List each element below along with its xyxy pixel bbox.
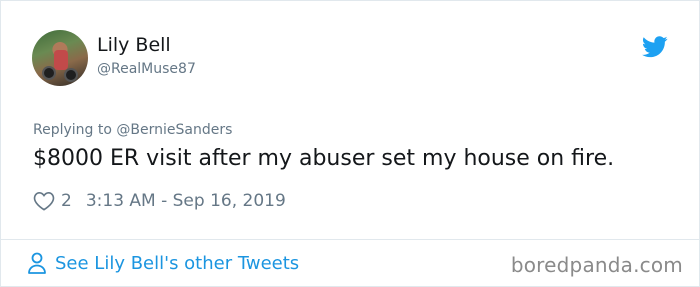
avatar-figure [54,50,68,70]
see-other-tweets-label[interactable]: See Lily Bell's other Tweets [55,253,299,274]
tweet-meta: 2 3:13 AM - Sep 16, 2019 [33,189,286,213]
author-handle[interactable]: @RealMuse87 [97,61,196,77]
reply-mention-link[interactable]: @BernieSanders [116,122,232,138]
reply-prefix: Replying to [33,122,117,138]
reply-context: Replying to @BernieSanders [33,122,232,138]
author-name[interactable]: Lily Bell [97,34,171,56]
avatar-wheel [64,68,78,82]
footer-divider [1,239,700,240]
source-watermark: boredpanda.com [510,253,683,277]
twitter-bird-icon[interactable] [642,36,668,58]
heart-icon[interactable] [33,191,55,211]
see-other-tweets-link[interactable]: See Lily Bell's other Tweets [27,251,299,275]
tweet-timestamp[interactable]: 3:13 AM - Sep 16, 2019 [86,191,286,211]
avatar-wheel [42,66,56,80]
person-icon [28,252,46,274]
tweet-text: $8000 ER visit after my abuser set my ho… [33,146,615,171]
like-count: 2 [61,191,72,211]
avatar[interactable] [32,30,88,86]
tweet-card: Lily Bell @RealMuse87 Replying to @Berni… [0,0,700,287]
